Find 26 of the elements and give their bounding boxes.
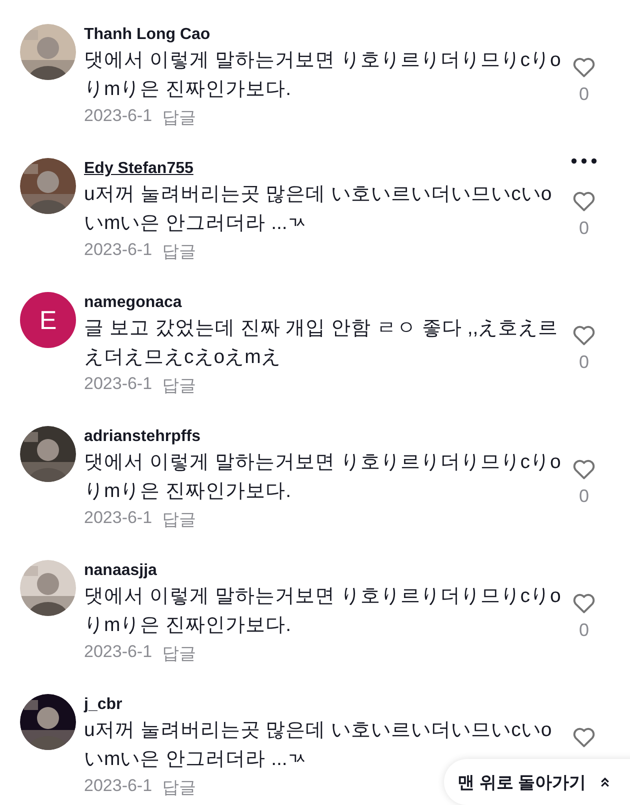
username-link[interactable]: Thanh Long Cao: [84, 24, 210, 46]
username-link[interactable]: nanaasjja: [84, 560, 157, 582]
like-count: 0: [578, 486, 589, 507]
like-count: 0: [578, 352, 589, 373]
comment-date: 2023-6-1: [84, 106, 152, 127]
more-icon[interactable]: [570, 157, 598, 165]
like-count: 0: [578, 620, 589, 641]
comment-date: 2023-6-1: [84, 374, 152, 395]
comment-text: 댓에서 이렇게 말하는거보면 り호り르り더り므りcりoりmり은 진짜인가보다.: [84, 450, 562, 504]
like-count: 0: [578, 218, 589, 239]
comment-date: 2023-6-1: [84, 642, 152, 663]
back-to-top-button[interactable]: 맨 위로 돌아가기: [444, 759, 630, 805]
comment-date: 2023-6-1: [84, 776, 152, 797]
comment-date: 2023-6-1: [84, 240, 152, 261]
comment-text: 댓에서 이렇게 말하는거보면 り호り르り더り므りcりoりmり은 진짜인가보다.: [84, 48, 562, 102]
username-link[interactable]: namegonaca: [84, 292, 182, 314]
like-count: 0: [578, 84, 589, 105]
username-link[interactable]: adrianstehrpffs: [84, 426, 200, 448]
chevron-up-icon: [600, 776, 610, 788]
username-link[interactable]: j_cbr: [84, 694, 122, 716]
avatar: E: [20, 292, 76, 348]
comment-text: u저꺼 눌려버리는곳 많은데 い호い르い더い므いcいoいmい은 안그러더라 ...ㄳ: [84, 182, 553, 236]
username-link[interactable]: Edy Stefan755: [84, 158, 194, 180]
comment-date: 2023-6-1: [84, 508, 152, 529]
comment-text: 댓에서 이렇게 말하는거보면 り호り르り더り므りcりoりmり은 진짜인가보다.: [84, 584, 562, 638]
comment-text: 글 보고 갔었는데 진짜 개입 안함 ㄹㅇ 좋다 ,,え호え르え더え므えcえoえmえ: [84, 316, 560, 370]
